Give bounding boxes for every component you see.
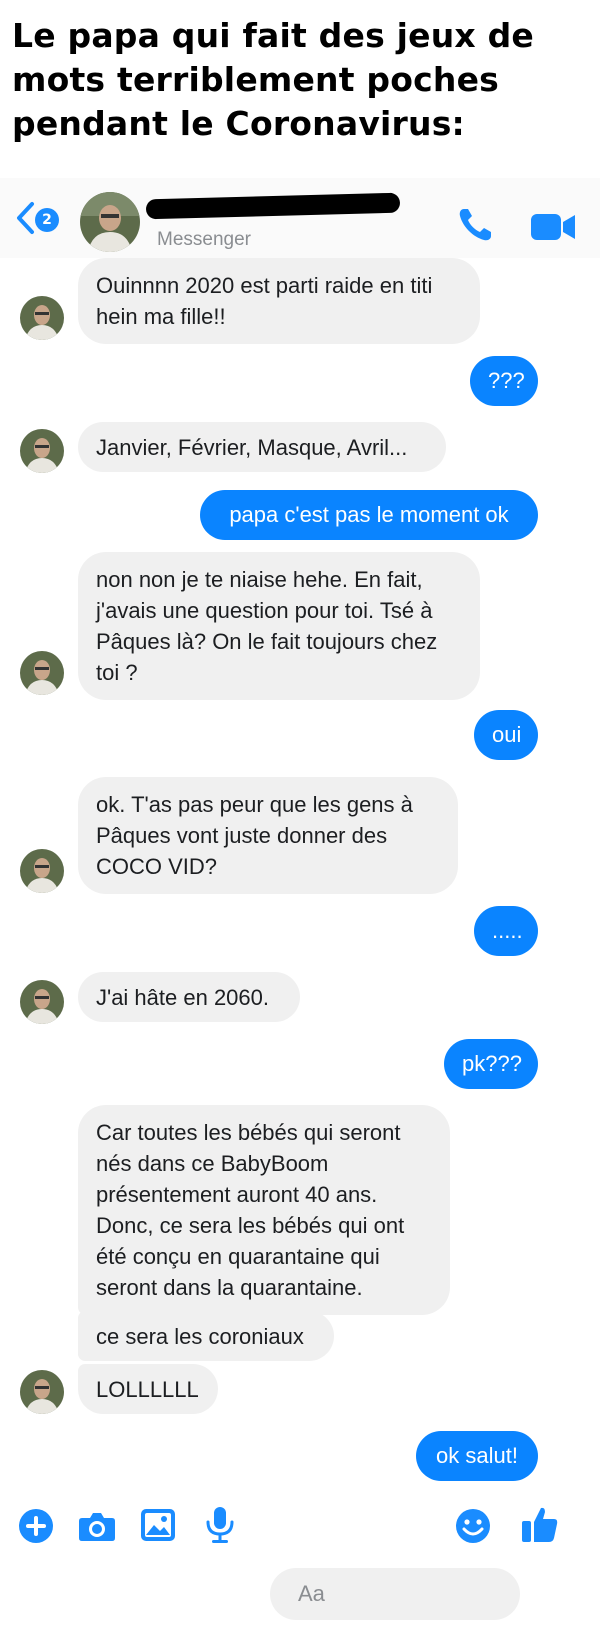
microphone-icon[interactable] (205, 1506, 235, 1544)
emoji-icon[interactable] (455, 1508, 491, 1544)
outgoing-message: pk??? (444, 1039, 538, 1089)
incoming-message: Ouinnnn 2020 est parti raide en titi hei… (78, 258, 480, 344)
outgoing-message: ??? (470, 356, 538, 406)
incoming-message: ok. T'as pas peur que les gens à Pâques … (78, 777, 458, 894)
outgoing-message: papa c'est pas le moment ok (200, 490, 538, 540)
outgoing-message: oui (474, 710, 538, 760)
video-camera-icon[interactable] (529, 210, 577, 244)
header-subtitle: Messenger (157, 229, 251, 250)
incoming-message: non non je te niaise hehe. En fait, j'av… (78, 552, 480, 700)
sender-avatar (20, 849, 64, 893)
incoming-message: LOLLLLLL (78, 1364, 218, 1414)
sender-avatar (20, 429, 64, 473)
outgoing-message: ok salut! (416, 1431, 538, 1481)
incoming-message: J'ai hâte en 2060. (78, 972, 300, 1022)
incoming-message: ce sera les coroniaux (78, 1311, 334, 1361)
sender-avatar (20, 651, 64, 695)
thumbs-up-icon[interactable] (520, 1504, 560, 1544)
plus-icon[interactable] (18, 1508, 54, 1544)
chevron-left-icon[interactable] (14, 200, 36, 236)
incoming-message: Janvier, Février, Masque, Avril... (78, 422, 446, 472)
incoming-message: Car toutes les bébés qui seront nés dans… (78, 1105, 450, 1315)
phone-icon[interactable] (455, 205, 495, 245)
sender-avatar (20, 1370, 64, 1414)
message-input-placeholder: Aa (298, 1581, 325, 1606)
outgoing-message: ..... (474, 906, 538, 956)
contact-avatar[interactable] (80, 192, 140, 252)
image-icon[interactable] (140, 1508, 176, 1542)
sender-avatar (20, 296, 64, 340)
camera-icon[interactable] (78, 1510, 116, 1542)
meme-caption: Le papa qui fait des jeux de mots terrib… (12, 16, 534, 143)
sender-avatar (20, 980, 64, 1024)
unread-badge[interactable]: 2 (35, 208, 59, 232)
